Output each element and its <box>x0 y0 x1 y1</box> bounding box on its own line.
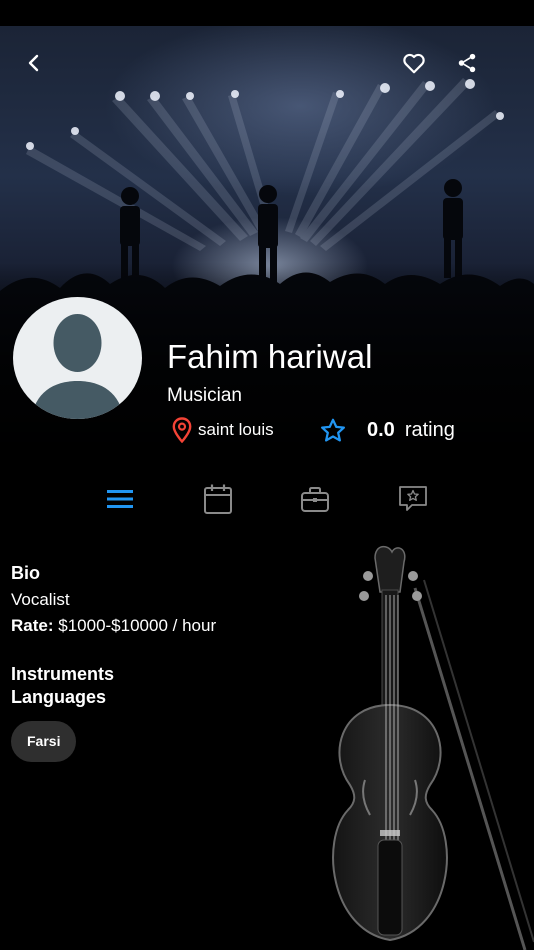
menu-lines-icon <box>107 490 133 508</box>
location-text: saint louis <box>198 420 274 439</box>
bio-text: Vocalist <box>11 590 70 609</box>
about-section: Bio Vocalist Rate: $1000-$10000 / hour I… <box>11 562 331 762</box>
profile-name: Fahim hariwal <box>167 338 373 375</box>
status-bar <box>0 0 534 26</box>
tab-details[interactable] <box>96 478 144 520</box>
bio-title: Bio <box>11 563 40 583</box>
calendar-icon <box>204 484 232 514</box>
profile-tabs <box>0 478 534 522</box>
rate-label: Rate: <box>11 616 54 635</box>
rate-value: $1000-$10000 / hour <box>58 616 217 635</box>
share-icon <box>458 53 476 73</box>
rating-label: rating <box>404 419 455 441</box>
language-chip: Farsi <box>11 721 77 762</box>
person-silhouette-icon <box>31 314 124 419</box>
avatar[interactable] <box>13 297 142 419</box>
instruments-title: Instruments <box>11 664 115 684</box>
back-button[interactable] <box>16 45 52 81</box>
profile-role: Musician <box>167 385 242 406</box>
review-star-bubble-icon <box>399 486 427 511</box>
star-outline-icon <box>320 418 346 442</box>
violin-background-image <box>332 545 534 950</box>
profile-rating: 0.0 rating <box>319 417 455 444</box>
favorite-button[interactable] <box>396 45 432 81</box>
location-pin-icon <box>172 417 192 443</box>
heart-outline-icon <box>403 53 425 74</box>
tab-reviews[interactable] <box>389 478 437 520</box>
briefcase-icon <box>301 487 329 512</box>
tab-calendar[interactable] <box>194 478 242 520</box>
tab-portfolio[interactable] <box>291 478 339 520</box>
chevron-left-icon <box>28 54 39 72</box>
profile-location: saint louis <box>172 417 274 443</box>
languages-title: Languages <box>11 687 107 707</box>
rating-value: 0.0 <box>367 419 395 441</box>
share-button[interactable] <box>449 45 485 81</box>
rate-line: Rate: $1000-$10000 / hour <box>11 613 331 639</box>
